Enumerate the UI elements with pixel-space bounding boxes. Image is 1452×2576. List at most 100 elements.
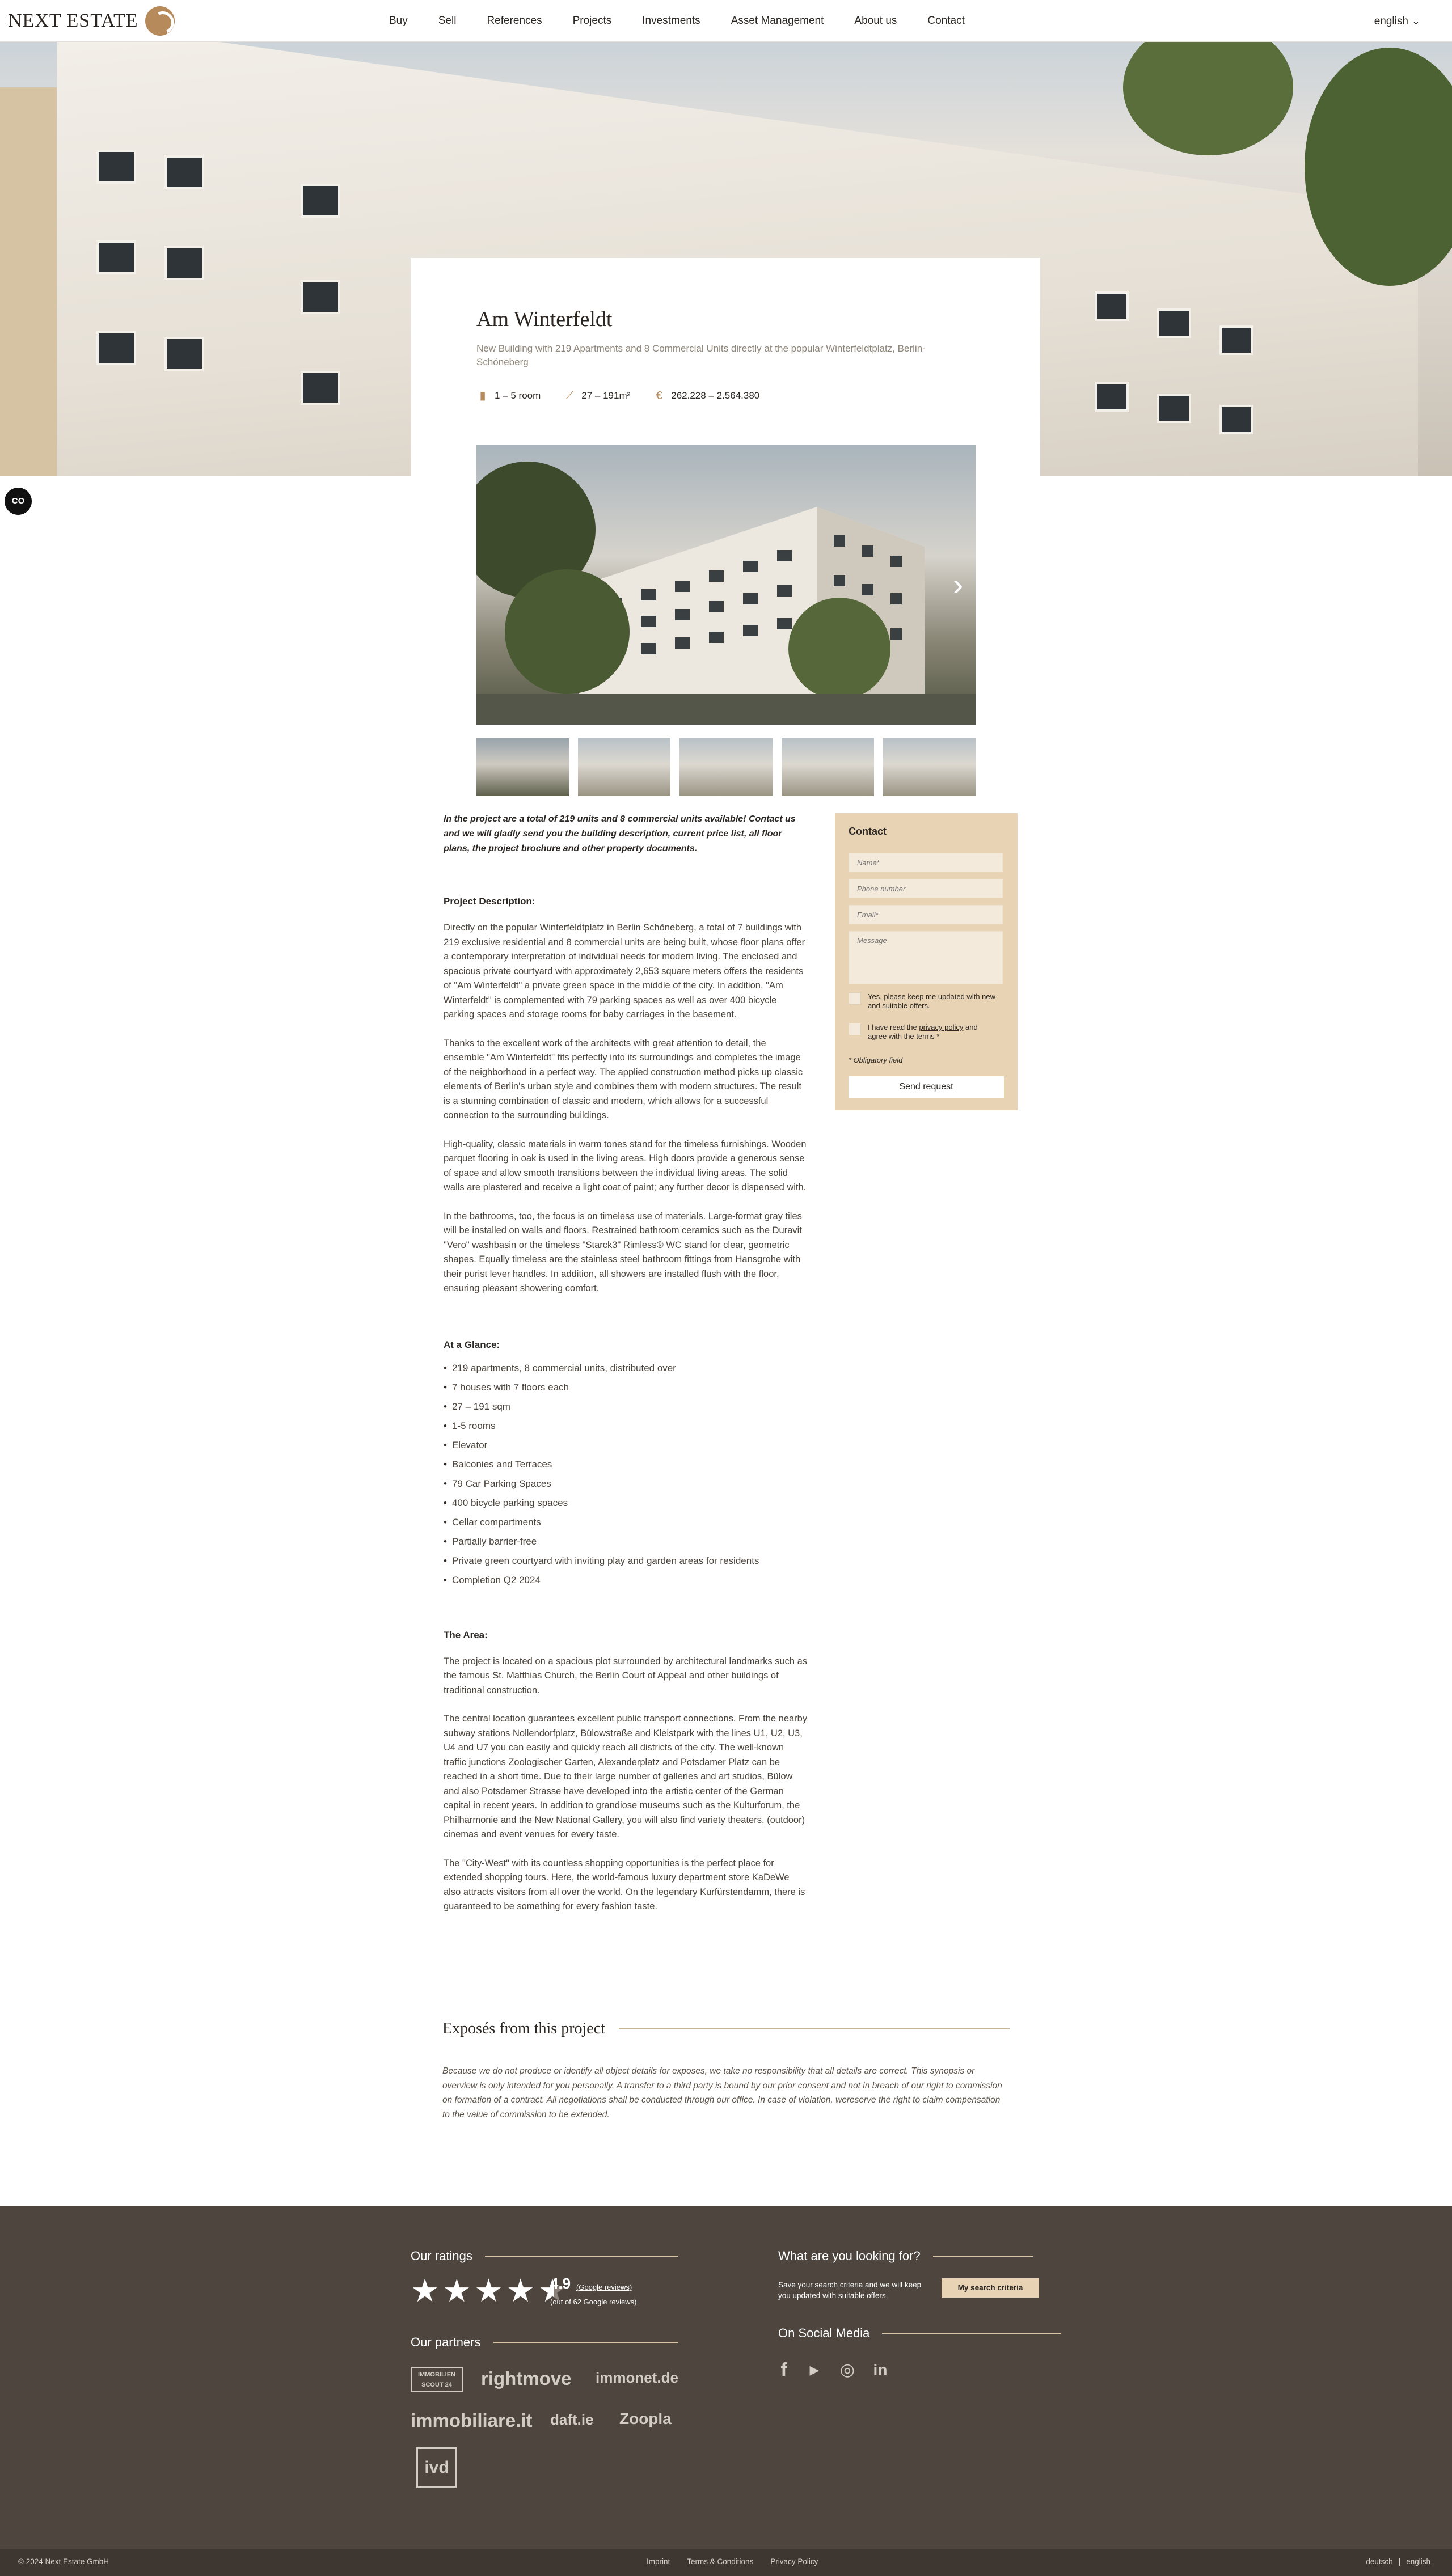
terms-link[interactable]: Terms & Conditions (687, 2557, 753, 2566)
nav-buy[interactable]: Buy (389, 15, 408, 27)
facebook-icon[interactable]: f (773, 2359, 795, 2382)
gallery-thumbnail[interactable] (781, 738, 874, 796)
newsletter-checkbox[interactable] (849, 992, 861, 1005)
exposes-title: Exposés from this project (442, 2020, 605, 2037)
contact-title: Contact (849, 826, 887, 837)
ruler-icon: ⟋ (565, 390, 574, 402)
page-title: Am Winterfeldt (476, 307, 613, 331)
nav-about-us[interactable]: About us (854, 15, 897, 27)
fact-size: ⟋ 27 – 191m² (563, 390, 630, 402)
list-item: Completion Q2 2024 (444, 1571, 808, 1590)
window (96, 240, 136, 274)
gallery-thumbnails (476, 738, 976, 796)
fact-price-text: 262.228 – 2.564.380 (671, 390, 760, 401)
privacy-policy-link[interactable]: Privacy Policy (770, 2557, 818, 2566)
fact-rooms: ▮ 1 – 5 room (476, 390, 541, 402)
legal-links: Imprint Terms & Conditions Privacy Polic… (647, 2557, 818, 2566)
logo-text: NEXT ESTATE (8, 10, 138, 31)
window (301, 184, 340, 218)
nav-sell[interactable]: Sell (438, 15, 457, 27)
window (164, 337, 204, 371)
social-title: On Social Media (778, 2326, 870, 2340)
partner-ivd[interactable]: ivd (416, 2447, 457, 2488)
lang-english[interactable]: english (1406, 2557, 1430, 2566)
youtube-icon[interactable]: ▶ (803, 2359, 826, 2382)
gallery-main-image[interactable]: › (476, 445, 976, 725)
search-title: What are you looking for? (778, 2249, 921, 2263)
window (164, 155, 204, 189)
description-paragraph: Thanks to the excellent work of the arch… (444, 1038, 803, 1121)
gallery-next-arrow-icon[interactable]: › (945, 567, 971, 602)
send-request-button[interactable]: Send request (849, 1076, 1004, 1098)
door-icon: ▮ (479, 390, 486, 402)
area-paragraph: The central location guarantees excellen… (444, 1714, 808, 1839)
nav-projects[interactable]: Projects (573, 15, 612, 27)
search-heading: What are you looking for? (778, 2249, 1033, 2264)
star-icon: ★ (506, 2273, 535, 2308)
project-subtitle: New Building with 219 Apartments and 8 C… (476, 343, 926, 367)
privacy-checkbox[interactable] (849, 1023, 861, 1035)
phone-field[interactable] (849, 879, 1003, 898)
privacy-label-pre: I have read the (868, 1023, 919, 1031)
gallery-thumbnail[interactable] (883, 738, 976, 796)
partner-zoopla[interactable]: Zoopla (619, 2410, 672, 2428)
instagram-icon[interactable]: ◎ (836, 2359, 859, 2382)
nav-contact[interactable]: Contact (927, 15, 964, 27)
name-field[interactable] (849, 853, 1003, 872)
linkedin-icon[interactable]: in (869, 2359, 892, 2382)
area-heading: The Area: (444, 1629, 488, 1640)
privacy-policy-link[interactable]: privacy policy (919, 1023, 963, 1031)
divider (484, 2256, 678, 2257)
description-paragraph: In the bathrooms, too, the focus is on t… (444, 1211, 802, 1294)
nav-investments[interactable]: Investments (642, 15, 700, 27)
newsletter-label: Yes, please keep me updated with new and… (868, 992, 996, 1010)
window (301, 280, 340, 314)
rating-count: (out of 62 Google reviews) (550, 2298, 637, 2306)
gallery-thumbnail[interactable] (476, 738, 569, 796)
social-heading: On Social Media (778, 2326, 1062, 2341)
rating-value: 4.9 (550, 2275, 571, 2292)
site-footer: Our ratings ★ ★ ★ ★ ★ 4.9 (Google review… (0, 2206, 1452, 2549)
main-nav: Buy Sell References Projects Investments… (389, 0, 995, 42)
gallery-thumbnail[interactable] (679, 738, 773, 796)
contact-form: Contact Yes, please keep me updated with… (835, 813, 1018, 1110)
window (1157, 394, 1191, 423)
logo[interactable]: NEXT ESTATE (8, 6, 175, 36)
euro-icon: € (656, 390, 662, 402)
building-photo (476, 462, 976, 725)
lang-deutsch[interactable]: deutsch (1366, 2557, 1392, 2566)
star-icon: ★ (442, 2273, 471, 2308)
language-selector[interactable]: english (1374, 15, 1420, 28)
list-item: 7 houses with 7 floors each (444, 1378, 808, 1397)
search-text: Save your search criteria and we will ke… (778, 2281, 922, 2300)
window (301, 371, 340, 405)
message-field[interactable] (849, 931, 1003, 984)
area-paragraph: The "City-West" with its countless shopp… (444, 1858, 805, 1912)
nav-references[interactable]: References (487, 15, 542, 27)
divider (932, 2256, 1033, 2257)
project-facts: ▮ 1 – 5 room ⟋ 27 – 191m² € 262.228 – 2.… (476, 390, 782, 402)
imprint-link[interactable]: Imprint (647, 2557, 670, 2566)
list-item: 27 – 191 sqm (444, 1397, 808, 1416)
partner-immobilienscout24[interactable]: IMMOBILIEN SCOUT 24 (411, 2367, 463, 2392)
glance-heading: At a Glance: (444, 1339, 500, 1350)
email-field[interactable] (849, 905, 1003, 924)
disclaimer-text: Because we do not produce or identify al… (442, 2066, 1002, 2120)
partner-immonet[interactable]: immonet.de (596, 2369, 678, 2387)
gallery-thumbnail[interactable] (578, 738, 671, 796)
nav-asset-management[interactable]: Asset Management (731, 15, 824, 27)
ratings-heading: Our ratings (411, 2249, 678, 2264)
copyright: © 2024 Next Estate GmbH (18, 2557, 109, 2566)
description-paragraph: High-quality, classic materials in warm … (444, 1139, 807, 1193)
description-heading: Project Description: (444, 896, 535, 907)
divider (618, 2028, 1010, 2029)
cookie-consent-button[interactable]: CO (5, 488, 32, 515)
partner-immobiliare[interactable]: immobiliare.it (411, 2410, 533, 2431)
my-search-criteria-button[interactable]: My search criteria (942, 2278, 1039, 2298)
partner-daft[interactable]: daft.ie (550, 2411, 594, 2429)
google-reviews-link[interactable]: (Google reviews) (576, 2283, 632, 2291)
list-item: 400 bicycle parking spaces (444, 1494, 808, 1513)
partner-rightmove[interactable]: rightmove (481, 2368, 572, 2389)
rating-stars: ★ ★ ★ ★ ★ (411, 2275, 567, 2307)
project-content: In the project are a total of 219 units … (444, 812, 808, 1914)
